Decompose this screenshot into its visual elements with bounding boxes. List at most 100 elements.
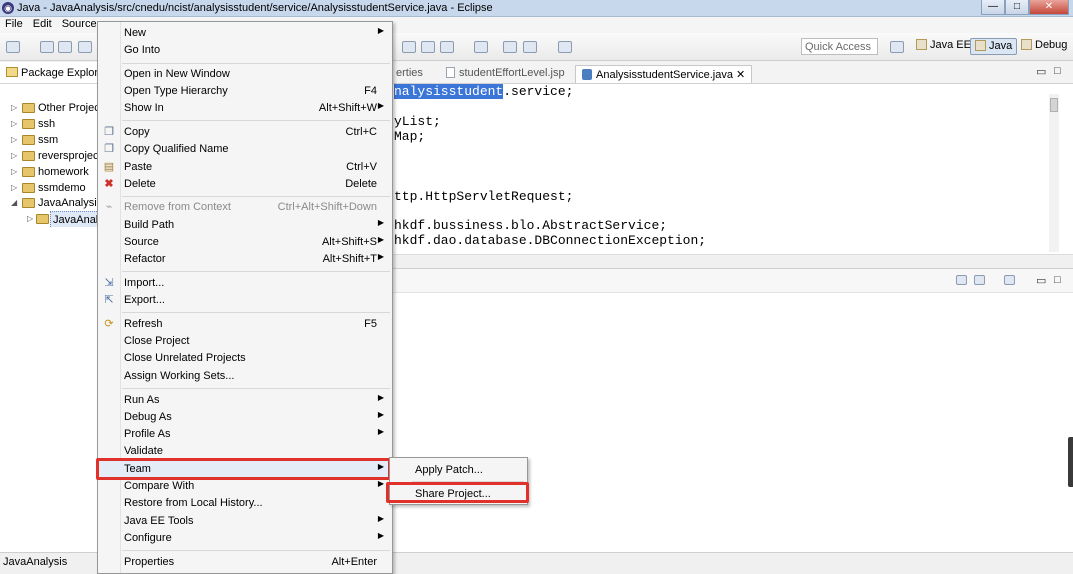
- new-icon[interactable]: [6, 41, 20, 53]
- menu-item-close-unrelated-projects[interactable]: Close Unrelated Projects: [98, 350, 392, 367]
- java-ee-icon: [916, 39, 927, 50]
- panel-icon-a[interactable]: [956, 275, 967, 285]
- tree-item[interactable]: ▷ reversproject: [0, 148, 100, 164]
- menu-item-show-in[interactable]: Show In Alt+Shift+W ▶: [98, 100, 392, 117]
- expand-arrow-icon[interactable]: ▷: [11, 100, 19, 116]
- open-perspective-icon[interactable]: [890, 41, 904, 53]
- maximize-editor-icon[interactable]: □: [1054, 65, 1061, 77]
- copy-qualified-icon: ❐: [104, 143, 114, 155]
- menu-item-remove-from-context: ⌁ Remove from Context Ctrl+Alt+Shift+Down: [98, 199, 392, 216]
- toolbar-icon-d[interactable]: [474, 41, 488, 53]
- forward-icon[interactable]: [558, 41, 572, 53]
- menu-separator: [122, 271, 390, 272]
- menu-item-close-project[interactable]: Close Project: [98, 333, 392, 350]
- expand-arrow-icon[interactable]: ▷: [11, 164, 19, 180]
- menu-edit[interactable]: Edit: [28, 17, 57, 33]
- code-line: Map;: [394, 129, 426, 144]
- menu-item-refresh[interactable]: ⟳ Refresh F5: [98, 316, 392, 333]
- tree-item[interactable]: ▷ ssh: [0, 116, 100, 132]
- tree-item[interactable]: ▷ ssm: [0, 132, 100, 148]
- menu-item-assign-working-sets[interactable]: Assign Working Sets...: [98, 368, 392, 385]
- menu-separator: [122, 63, 390, 64]
- submenu-arrow-icon: ▶: [377, 393, 384, 402]
- menu-item-restore-from-local-history[interactable]: Restore from Local History...: [98, 495, 392, 512]
- menu-item-source[interactable]: Source Alt+Shift+S ▶: [98, 234, 392, 251]
- menu-item-java-ee-tools[interactable]: Java EE Tools ▶: [98, 513, 392, 530]
- panel-icon-c[interactable]: [1004, 275, 1015, 285]
- menu-item-open-type-hierarchy[interactable]: Open Type Hierarchy F4: [98, 83, 392, 100]
- edge-tab[interactable]: [1068, 437, 1073, 487]
- tree-item[interactable]: ▷ Other Project: [0, 100, 100, 116]
- menu-item-import[interactable]: ⇲ Import...: [98, 275, 392, 292]
- menu-separator: [122, 312, 390, 313]
- menu-item-new[interactable]: New ▶: [98, 25, 392, 42]
- expand-arrow-icon[interactable]: ▷: [11, 132, 19, 148]
- prev-icon[interactable]: [523, 41, 537, 53]
- collapse-arrow-icon[interactable]: ◢: [11, 195, 19, 211]
- code-line: hkdf.dao.database.DBConnectionException;: [394, 233, 707, 248]
- editor-horizontal-scrollbar[interactable]: [390, 254, 1073, 268]
- expand-arrow-icon[interactable]: ▷: [11, 180, 19, 196]
- menu-item-go-into[interactable]: Go Into: [98, 42, 392, 59]
- toolbar-icon-a[interactable]: [402, 41, 416, 53]
- toolbar-icon-c[interactable]: [440, 41, 454, 53]
- menu-item-run-as[interactable]: Run As ▶: [98, 392, 392, 409]
- back-icon[interactable]: [503, 41, 517, 53]
- menu-source[interactable]: Source: [57, 17, 102, 33]
- tree-item-selected[interactable]: ▷ JavaAnaly: [0, 211, 100, 227]
- menu-item-export[interactable]: ⇱ Export...: [98, 292, 392, 309]
- project-icon: [22, 119, 35, 129]
- menu-item-profile-as[interactable]: Profile As ▶: [98, 426, 392, 443]
- quick-access-input[interactable]: Quick Access: [801, 38, 878, 55]
- tab-properties[interactable]: erties: [390, 65, 429, 83]
- tree-item[interactable]: ▷ homework: [0, 164, 100, 180]
- editor-vertical-scrollbar[interactable]: [1049, 94, 1059, 252]
- save-all-icon[interactable]: [58, 41, 72, 53]
- terminal-icon[interactable]: [78, 41, 92, 53]
- perspective-java[interactable]: Java: [970, 38, 1018, 55]
- project-icon: [22, 198, 35, 208]
- menu-item-configure[interactable]: Configure ▶: [98, 530, 392, 547]
- close-button[interactable]: ✕: [1029, 0, 1069, 15]
- submenu-arrow-icon: ▶: [377, 427, 384, 436]
- submenu-arrow-icon: ▶: [377, 410, 384, 419]
- menu-item-properties[interactable]: Properties Alt+Enter: [98, 554, 392, 571]
- menu-item-debug-as[interactable]: Debug As ▶: [98, 409, 392, 426]
- code-editor[interactable]: nalysisstudent.service; yList; Map; ttp.…: [390, 84, 1073, 254]
- expand-arrow-icon[interactable]: ▷: [11, 116, 19, 132]
- menu-item-refactor[interactable]: Refactor Alt+Shift+T ▶: [98, 251, 392, 268]
- menu-item-compare-with[interactable]: Compare With ▶: [98, 478, 392, 495]
- menu-file[interactable]: File: [0, 17, 28, 33]
- submenu-arrow-icon: ▶: [377, 531, 384, 540]
- menu-item-delete[interactable]: ✖ Delete Delete: [98, 176, 392, 193]
- project-icon: [22, 167, 35, 177]
- maximize-button[interactable]: □: [1005, 0, 1029, 15]
- expand-arrow-icon[interactable]: ▷: [11, 148, 19, 164]
- perspective-java-ee[interactable]: Java EE: [912, 38, 975, 55]
- tree-item[interactable]: ▷ ssmdemo: [0, 180, 100, 196]
- submenu-item-apply-patch[interactable]: Apply Patch...: [390, 460, 527, 480]
- toolbar-icon-b[interactable]: [421, 41, 435, 53]
- close-tab-icon[interactable]: ✕: [736, 69, 745, 81]
- minimize-button[interactable]: —: [981, 0, 1005, 15]
- editor-tab-bar: erties studentEffortLevel.jsp Analysisst…: [390, 62, 1073, 84]
- menu-item-build-path[interactable]: Build Path ▶: [98, 217, 392, 234]
- tab-student-effort-level[interactable]: studentEffortLevel.jsp: [440, 65, 571, 83]
- scroll-thumb[interactable]: [1050, 98, 1058, 112]
- menu-item-open-in-new-window[interactable]: Open in New Window: [98, 66, 392, 83]
- project-icon: [22, 135, 35, 145]
- perspective-debug[interactable]: Debug: [1017, 38, 1071, 55]
- package-explorer-tab[interactable]: Package Explore: [0, 62, 100, 84]
- menu-item-copy[interactable]: ❐ Copy Ctrl+C: [98, 124, 392, 141]
- maximize-panel-icon[interactable]: □: [1054, 274, 1061, 286]
- minimize-editor-icon[interactable]: ▭: [1036, 65, 1046, 78]
- save-icon[interactable]: [40, 41, 54, 53]
- tab-analysisstudent-service[interactable]: AnalysisstudentService.java ✕: [575, 65, 753, 83]
- tree-item[interactable]: ◢ JavaAnalysis: [0, 195, 100, 211]
- menu-item-copy-qualified-name[interactable]: ❐ Copy Qualified Name: [98, 141, 392, 158]
- minimize-panel-icon[interactable]: ▭: [1036, 274, 1046, 287]
- menu-item-paste[interactable]: ▤ Paste Ctrl+V: [98, 159, 392, 176]
- panel-icon-b[interactable]: [974, 275, 985, 285]
- expand-arrow-icon[interactable]: ▷: [27, 211, 35, 227]
- menu-separator: [122, 388, 390, 389]
